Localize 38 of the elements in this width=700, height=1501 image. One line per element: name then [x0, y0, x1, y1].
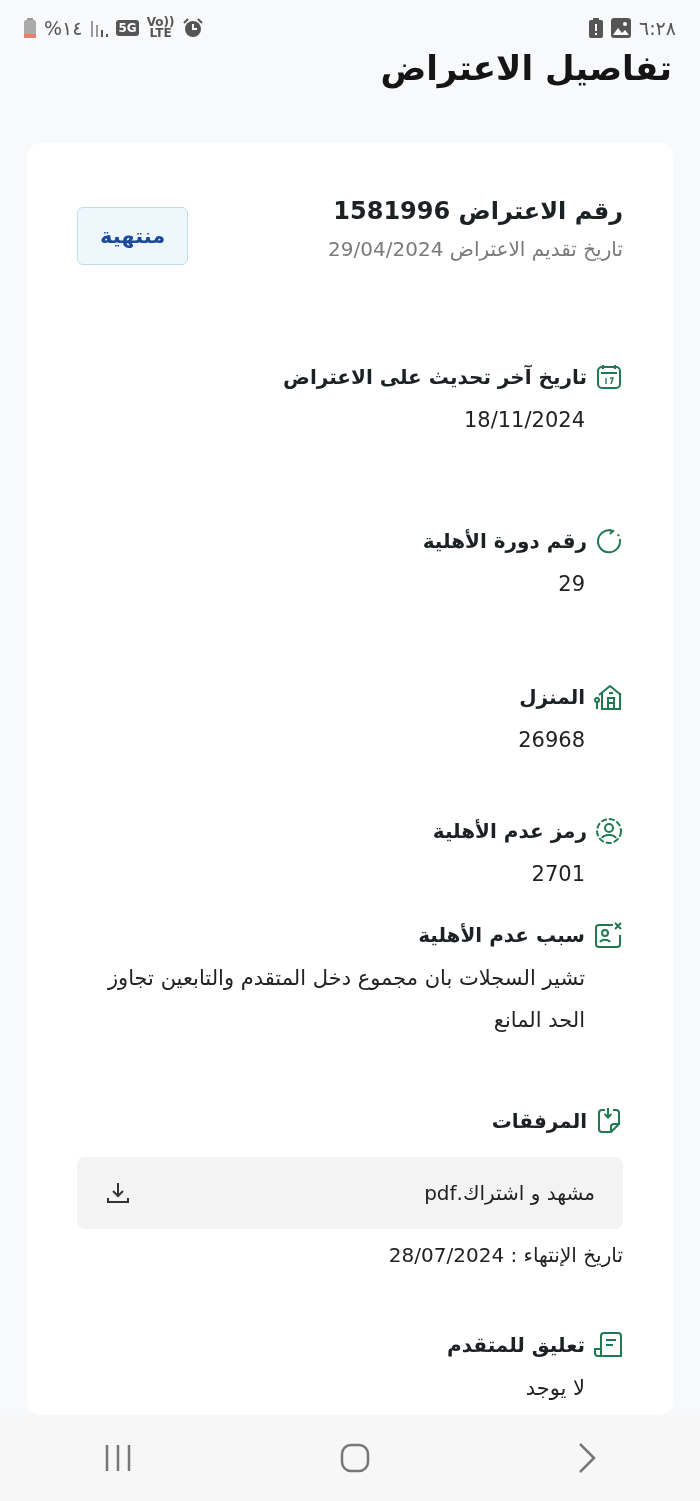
signal-icon — [90, 19, 109, 37]
section-value: 26968 — [517, 727, 586, 754]
volte-indicator: Vo)) LTE — [146, 17, 175, 39]
section-value: 29 — [557, 571, 586, 598]
section-value: 2701 — [530, 861, 586, 888]
section-label: المرفقات — [491, 1109, 587, 1133]
file-name: مشهد و اشتراك.pdf — [424, 1181, 595, 1205]
section-value: تشير السجلات بان مجموع دخل المتقدم والتابعين تجاوز الحد المانع — [106, 965, 586, 1034]
refresh-icon — [595, 527, 623, 555]
section-label: رمز عدم الأهلية — [432, 819, 587, 843]
section-label: تعليق للمتقدم — [447, 1333, 585, 1357]
objection-number: رقم الاعتراض 1581996 — [332, 197, 623, 225]
alert-icon — [588, 18, 603, 38]
battery-icon — [24, 18, 36, 38]
section-label: سبب عدم الأهلية — [418, 923, 585, 947]
attachment-icon — [595, 1107, 623, 1135]
section-label: رقم دورة الأهلية — [422, 529, 587, 553]
alarm-icon — [182, 18, 203, 38]
attachment-row[interactable]: مشهد و اشتراك.pdf — [77, 1157, 623, 1229]
back-icon[interactable] — [576, 1442, 597, 1474]
network-badge: 5G — [116, 20, 139, 36]
calendar-icon — [595, 363, 623, 391]
user-icon — [595, 817, 623, 845]
section-label: المنزل — [519, 685, 585, 709]
expiry-date: تاريخ الإنتهاء : 28/07/2024 — [387, 1243, 623, 1267]
house-icon — [593, 683, 623, 711]
battery-level: %١٤ — [44, 17, 83, 39]
download-icon[interactable] — [105, 1180, 131, 1206]
home-icon[interactable] — [340, 1443, 370, 1473]
document-icon — [593, 1331, 623, 1359]
section-label: تاريخ آخر تحديث على الاعتراض — [283, 365, 587, 389]
clock: ٦:٢٨ — [638, 17, 676, 39]
section-value: لا يوجد — [524, 1375, 586, 1402]
section-value: 18/11/2024 — [462, 407, 586, 434]
submission-date: تاريخ تقديم الاعتراض 29/04/2024 — [328, 237, 623, 261]
status-badge: منتهية — [77, 207, 189, 265]
image-icon — [610, 18, 631, 38]
user-x-icon — [593, 921, 623, 949]
